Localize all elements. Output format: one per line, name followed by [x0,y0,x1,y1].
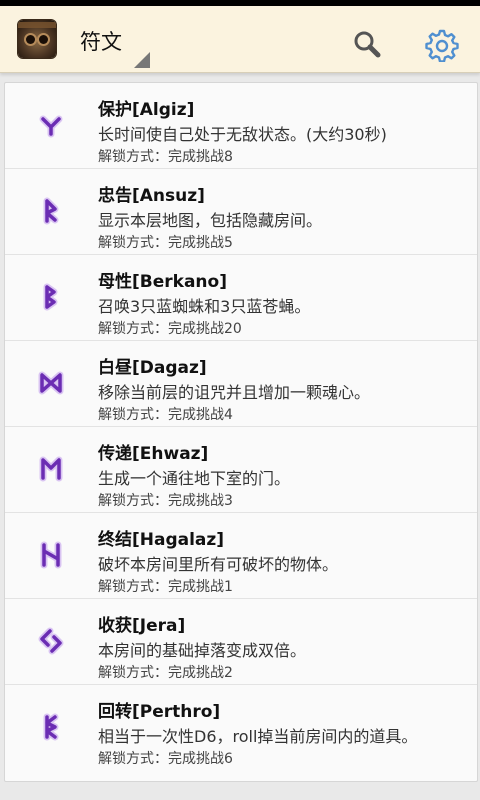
rune-unlock: 解锁方式：完成挑战3 [98,493,233,509]
rune-unlock: 解锁方式：完成挑战2 [98,665,233,681]
rune-name: 白昼[Dagaz] [98,358,207,378]
rune-name: 母性[Berkano] [98,272,227,292]
rune-description: 长时间使自己处于无敌状态。(大约30秒) [98,125,387,144]
algiz-rune-icon [39,115,63,138]
rune-unlock: 解锁方式：完成挑战8 [98,149,233,165]
rune-name: 传递[Ehwaz] [98,444,209,464]
hagalaz-rune-icon [40,541,62,569]
rune-unlock: 解锁方式：完成挑战20 [98,321,242,337]
rune-unlock: 解锁方式：完成挑战5 [98,235,233,251]
dropdown-indicator-icon[interactable] [134,52,150,68]
rune-name: 回转[Perthro] [98,702,221,722]
rune-name: 保护[Algiz] [98,100,195,120]
rune-name: 终结[Hagalaz] [98,530,225,550]
list-item[interactable]: 忠告[Ansuz] 显示本层地图，包括隐藏房间。 解锁方式：完成挑战5 [5,169,477,255]
rune-list: 保护[Algiz] 长时间使自己处于无敌状态。(大约30秒) 解锁方式：完成挑战… [4,82,478,782]
dagaz-rune-icon [38,371,64,395]
berkano-rune-icon [43,283,58,311]
list-item[interactable]: 母性[Berkano] 召唤3只蓝蜘蛛和3只蓝苍蝇。 解锁方式：完成挑战20 [5,255,477,341]
search-button[interactable] [350,28,384,62]
settings-button[interactable] [425,28,459,63]
perthro-rune-icon [43,713,59,741]
list-item[interactable]: 终结[Hagalaz] 破坏本房间里所有可破坏的物体。 解锁方式：完成挑战1 [5,513,477,599]
rune-unlock: 解锁方式：完成挑战4 [98,407,233,423]
ehwaz-rune-icon [39,456,63,482]
rune-name: 忠告[Ansuz] [98,186,205,206]
rune-description: 显示本层地图，包括隐藏房间。 [98,211,323,230]
rune-description: 相当于一次性D6，roll掉当前房间内的道具。 [98,727,418,746]
rune-unlock: 解锁方式：完成挑战6 [98,751,233,767]
rune-description: 本房间的基础掉落变成双倍。 [98,641,307,660]
list-item[interactable]: 回转[Perthro] 相当于一次性D6，roll掉当前房间内的道具。 解锁方式… [5,685,477,770]
action-bar: 符文 [0,6,480,73]
rune-description: 移除当前层的诅咒并且增加一颗魂心。 [98,383,371,402]
rune-unlock: 解锁方式：完成挑战1 [98,579,233,595]
list-item[interactable]: 保护[Algiz] 长时间使自己处于无敌状态。(大约30秒) 解锁方式：完成挑战… [5,83,477,169]
gear-icon [425,29,459,63]
ansuz-rune-icon [43,197,59,225]
rune-description: 召唤3只蓝蜘蛛和3只蓝苍蝇。 [98,297,311,316]
rune-description: 生成一个通往地下室的门。 [98,469,291,488]
search-icon [354,31,381,58]
list-item[interactable]: 收获[Jera] 本房间的基础掉落变成双倍。 解锁方式：完成挑战2 [5,599,477,685]
jera-rune-icon [38,627,64,655]
list-item[interactable]: 传递[Ehwaz] 生成一个通往地下室的门。 解锁方式：完成挑战3 [5,427,477,513]
page-title[interactable]: 符文 [80,26,122,56]
rune-name: 收获[Jera] [98,616,186,636]
rune-description: 破坏本房间里所有可破坏的物体。 [98,555,339,574]
app-icon[interactable] [18,20,56,58]
list-item[interactable]: 白昼[Dagaz] 移除当前层的诅咒并且增加一颗魂心。 解锁方式：完成挑战4 [5,341,477,427]
